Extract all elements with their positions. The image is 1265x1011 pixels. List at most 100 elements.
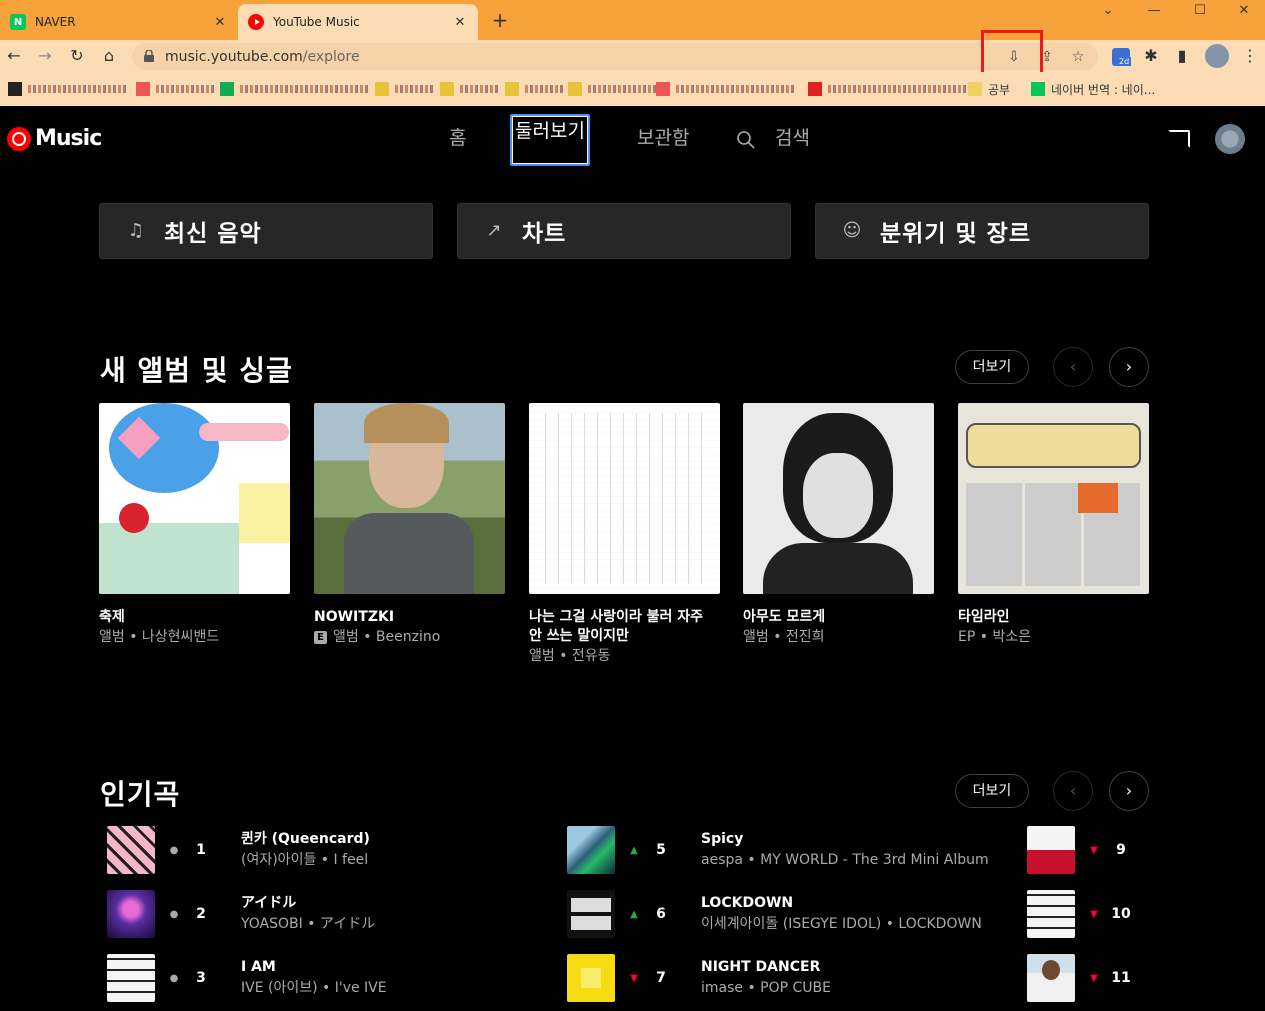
album-card[interactable]: 나는 그걸 사랑이라 불러 자주 안 쓰는 말이지만 앨범 • 전유동 (529, 403, 720, 666)
song-row[interactable]: ● 3 I AM IVE (아이브) • I've IVE (107, 950, 387, 1006)
explicit-badge: E (314, 630, 327, 644)
nav-search[interactable]: 검색 (775, 120, 810, 164)
song-title[interactable]: 퀸카 (Queencard) (241, 829, 370, 849)
album-subtitle: 앨범 • 나상현씨밴드 (99, 629, 220, 645)
chevron-right-icon: › (1125, 357, 1133, 376)
album-cover[interactable] (314, 403, 505, 594)
song-rank: 7 (656, 970, 666, 986)
song-thumbnail[interactable] (107, 890, 155, 938)
song-title[interactable]: NIGHT DANCER (701, 957, 831, 977)
song-thumbnail[interactable] (107, 826, 155, 874)
album-title[interactable]: 나는 그걸 사랑이라 불러 자주 안 쓰는 말이지만 (529, 608, 720, 646)
song-thumbnail[interactable] (567, 954, 615, 1002)
category-new-releases-button[interactable]: ♫ 최신 음악 (99, 203, 433, 259)
trend-same-icon: ● (169, 908, 179, 920)
song-row[interactable]: ● 1 퀸카 (Queencard) (여자)아이들 • I feel (107, 822, 370, 878)
bookmark-item[interactable] (8, 81, 128, 97)
home-icon[interactable]: ⌂ (97, 44, 121, 68)
song-row[interactable]: ▼ 7 NIGHT DANCER imase • POP CUBE (567, 950, 831, 1006)
chevron-left-icon: ‹ (1069, 357, 1077, 376)
nav-explore[interactable]: 둘러보기 (510, 114, 590, 166)
forward-icon[interactable]: → (33, 44, 57, 68)
more-button[interactable]: 더보기 (955, 774, 1029, 808)
profile-avatar[interactable] (1205, 44, 1229, 68)
maximize-icon[interactable]: ☐ (1177, 0, 1223, 22)
song-title[interactable]: I AM (241, 957, 387, 977)
close-icon[interactable]: ✕ (452, 15, 468, 30)
calendar-extension-icon[interactable]: 2d (1112, 48, 1132, 66)
song-row[interactable]: ▼ 9 (1027, 822, 1131, 878)
song-rank: 6 (656, 906, 666, 922)
song-thumbnail[interactable] (567, 826, 615, 874)
new-tab-button[interactable]: + (488, 8, 512, 32)
account-avatar[interactable] (1215, 124, 1245, 154)
song-row[interactable]: ▼ 11 (1027, 950, 1131, 1006)
bookmark-item[interactable] (505, 81, 565, 97)
nav-library[interactable]: 보관함 (637, 120, 689, 164)
bookmark-item[interactable] (568, 81, 658, 97)
bookmark-item[interactable] (136, 81, 216, 97)
search-icon[interactable] (736, 130, 756, 150)
album-cover[interactable] (743, 403, 934, 594)
extensions-icon[interactable]: ✱ (1139, 44, 1163, 68)
song-title[interactable]: Spicy (701, 829, 989, 849)
album-cover[interactable] (99, 403, 290, 594)
bookmark-item[interactable] (440, 81, 500, 97)
more-button[interactable]: 더보기 (955, 350, 1029, 384)
section-title-new-releases: 새 앨범 및 싱글 (100, 354, 293, 387)
close-icon[interactable]: ✕ (212, 15, 228, 30)
album-card[interactable]: 타임라인 EP • 박소은 (958, 403, 1149, 647)
song-thumbnail[interactable] (567, 890, 615, 938)
song-row[interactable]: ▲ 5 Spicy aespa • MY WORLD - The 3rd Mini… (567, 822, 989, 878)
minimize-icon[interactable]: — (1131, 0, 1177, 22)
album-cover[interactable] (958, 403, 1149, 594)
address-bar[interactable]: music.youtube.com/explore ⇩ ⇪ ☆ (132, 43, 1098, 70)
bookmark-item[interactable] (375, 81, 435, 97)
category-moods-genres-button[interactable]: ☺ 분위기 및 장르 (815, 203, 1149, 259)
song-row[interactable]: ● 2 アイドル YOASOBI • アイドル (107, 886, 375, 942)
bookmark-item[interactable] (656, 81, 796, 97)
song-thumbnail[interactable] (1027, 890, 1075, 938)
cast-icon[interactable] (1168, 130, 1190, 148)
bookmark-item[interactable] (808, 81, 968, 97)
album-card[interactable]: NOWITZKI E 앨범 • Beenzino (314, 403, 505, 647)
album-title[interactable]: 아무도 모르게 (743, 608, 934, 627)
album-title[interactable]: 축제 (99, 608, 290, 627)
album-card[interactable]: 아무도 모르게 앨범 • 전진희 (743, 403, 934, 647)
song-title[interactable]: LOCKDOWN (701, 893, 982, 913)
album-title[interactable]: 타임라인 (958, 608, 1149, 627)
bookmark-folder-study[interactable]: 공부 (968, 81, 1010, 97)
ytm-logo[interactable]: Music (7, 126, 102, 151)
bookmark-star-icon[interactable]: ☆ (1069, 48, 1087, 66)
album-cover[interactable] (529, 403, 720, 594)
back-icon[interactable]: ← (2, 44, 26, 68)
song-thumbnail[interactable] (1027, 954, 1075, 1002)
song-thumbnail[interactable] (1027, 826, 1075, 874)
song-thumbnail[interactable] (107, 954, 155, 1002)
carousel-next-button[interactable]: › (1109, 347, 1149, 387)
trend-down-icon: ▼ (1090, 844, 1098, 856)
song-row[interactable]: ▼ 10 (1027, 886, 1131, 942)
carousel-next-button[interactable]: › (1109, 771, 1149, 811)
song-title[interactable]: アイドル (241, 893, 375, 913)
window-close-icon[interactable]: ✕ (1221, 0, 1265, 22)
tab-naver[interactable]: N NAVER ✕ (0, 4, 238, 40)
youtube-music-icon (248, 14, 264, 30)
menu-icon[interactable]: ⋮ (1238, 44, 1262, 68)
carousel-prev-button[interactable]: ‹ (1053, 771, 1093, 811)
bookmark-item[interactable] (220, 81, 370, 97)
reload-icon[interactable]: ↻ (65, 44, 89, 68)
tab-search-icon[interactable]: ⌄ (1085, 0, 1131, 22)
song-rank: 10 (1111, 906, 1131, 922)
bookmark-naver-translate[interactable]: 네이버 번역 : 네이... (1031, 81, 1155, 97)
lock-icon (144, 50, 154, 62)
nav-home[interactable]: 홈 (449, 120, 466, 164)
tab-youtube-music[interactable]: YouTube Music ✕ (238, 4, 478, 40)
carousel-prev-button[interactable]: ‹ (1053, 347, 1093, 387)
song-row[interactable]: ▲ 6 LOCKDOWN 이세계아이돌 (ISEGYE IDOL) • LOCKD… (567, 886, 982, 942)
category-charts-button[interactable]: ↗ 차트 (457, 203, 791, 259)
side-panel-icon[interactable]: ▮ (1170, 44, 1194, 68)
album-card[interactable]: 축제 앨범 • 나상현씨밴드 (99, 403, 290, 647)
album-title[interactable]: NOWITZKI (314, 608, 505, 627)
trend-down-icon: ▼ (1090, 972, 1098, 984)
